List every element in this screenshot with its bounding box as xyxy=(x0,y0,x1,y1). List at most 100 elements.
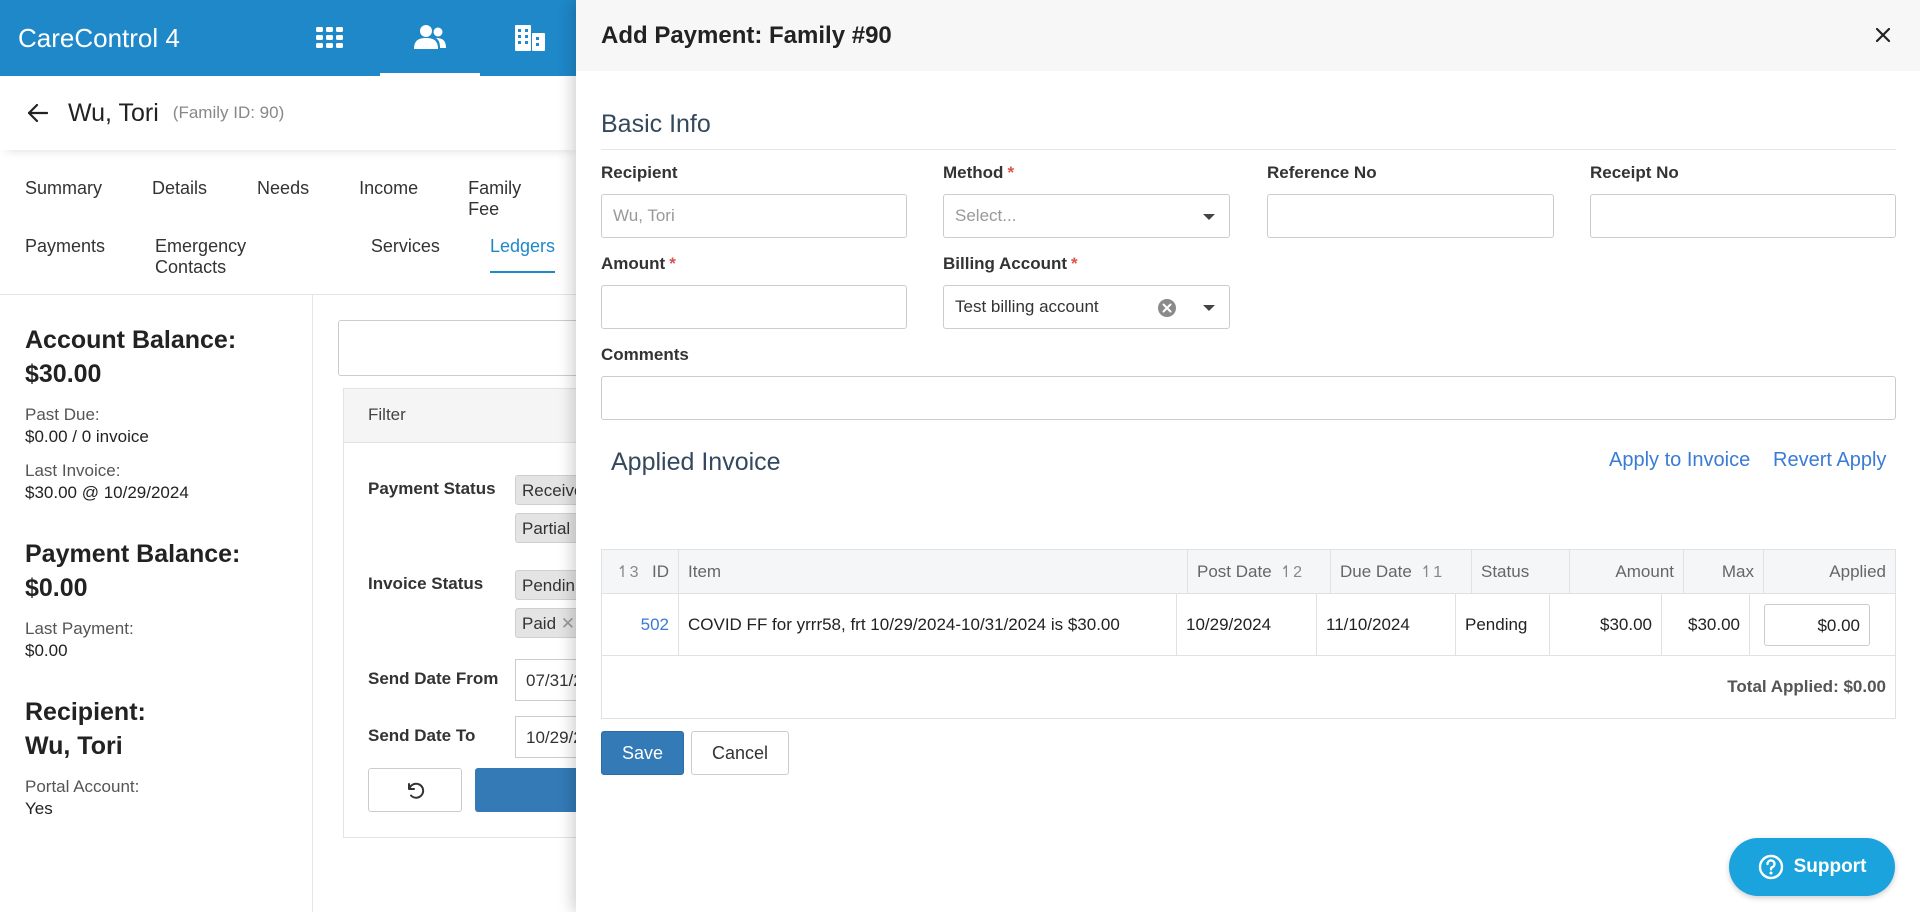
reference-no-label: Reference No xyxy=(1267,163,1377,182)
amount-input[interactable] xyxy=(601,285,907,329)
portal-account-label: Portal Account: xyxy=(25,777,140,796)
family-tabs: Summary Details Needs Income Family Fee … xyxy=(0,178,580,294)
invoice-status: Pending xyxy=(1456,594,1550,655)
column-header-post-date[interactable]: Post Date ↿2 xyxy=(1188,550,1331,593)
comments-label: Comments xyxy=(601,345,689,364)
save-button[interactable]: Save xyxy=(601,731,684,775)
reset-filter-button[interactable] xyxy=(368,768,462,812)
support-label: Support xyxy=(1793,856,1867,877)
applied-invoice-table: ↿3 ID Item Post Date ↿2 Due Date ↿1 Status… xyxy=(601,549,1896,719)
required-mark: * xyxy=(1007,163,1015,182)
invoice-id-link[interactable]: 502 xyxy=(602,594,679,655)
chevron-down-icon xyxy=(1203,305,1215,311)
applied-amount-input[interactable]: $0.00 xyxy=(1764,603,1870,646)
column-header-max[interactable]: Max xyxy=(1684,550,1764,593)
chip-remove-icon[interactable]: ✕ xyxy=(561,614,575,633)
column-header-item[interactable]: Item xyxy=(679,550,1188,593)
tab-summary[interactable]: Summary xyxy=(25,178,102,199)
amount-label: Amount * xyxy=(601,254,676,274)
column-header-status[interactable]: Status xyxy=(1472,550,1570,593)
reference-no-input[interactable] xyxy=(1267,194,1554,238)
facilities-nav-button[interactable] xyxy=(480,0,580,76)
support-button[interactable]: Support xyxy=(1729,838,1895,896)
back-button[interactable] xyxy=(28,104,48,122)
invoice-status-label: Invoice Status xyxy=(368,574,484,593)
payment-balance-value: $0.00 xyxy=(25,574,88,602)
applied-invoice-heading: Applied Invoice xyxy=(611,448,781,476)
tab-family-fee[interactable]: Family Fee xyxy=(468,178,555,220)
app-brand: CareControl 4 xyxy=(18,22,180,53)
cancel-button[interactable]: Cancel xyxy=(691,731,789,775)
add-payment-modal: Add Payment: Family #90 Basic Info Recip… xyxy=(576,0,1920,912)
chevron-down-icon xyxy=(1203,214,1215,220)
amount-label-text: Amount xyxy=(601,254,666,273)
column-header-due-date[interactable]: Due Date ↿1 xyxy=(1331,550,1472,593)
close-modal-button[interactable] xyxy=(1872,24,1894,46)
column-header-amount[interactable]: Amount xyxy=(1570,550,1684,593)
basic-info-divider xyxy=(601,149,1896,150)
past-due-label: Past Due: xyxy=(25,405,100,424)
method-select-value: Select... xyxy=(955,206,1017,225)
last-payment-value: $0.00 xyxy=(25,641,68,660)
ledger-search-input[interactable] xyxy=(338,320,598,376)
column-header-applied[interactable]: Applied xyxy=(1764,550,1895,593)
recipient-field[interactable]: Wu, Tori xyxy=(601,194,907,238)
sort-order-icon: ↿2 xyxy=(1279,563,1302,581)
tab-payments[interactable]: Payments xyxy=(25,236,105,257)
apps-grid-icon xyxy=(316,27,343,48)
recipient-title: Recipient: xyxy=(25,698,146,726)
account-balance-value: $30.00 xyxy=(25,360,102,388)
close-icon xyxy=(1875,27,1891,43)
apply-to-invoice-link[interactable]: Apply to Invoice xyxy=(1609,449,1750,472)
filter-heading: Filter xyxy=(344,389,603,443)
tab-row-1: Summary Details Needs Income Family Fee xyxy=(0,178,580,236)
family-id: (Family ID: 90) xyxy=(172,103,285,122)
tab-row-2: Payments Emergency Contacts Services Led… xyxy=(0,236,580,294)
receipt-no-input[interactable] xyxy=(1590,194,1896,238)
past-due-value: $0.00 / 0 invoice xyxy=(25,427,149,446)
tab-emergency-contacts[interactable]: Emergency Contacts xyxy=(155,236,321,278)
tab-ledgers[interactable]: Ledgers xyxy=(489,236,555,273)
method-label: Method * xyxy=(943,163,1014,183)
last-invoice-label: Last Invoice: xyxy=(25,461,121,480)
help-icon xyxy=(1758,854,1783,880)
portal-account-value: Yes xyxy=(25,799,53,818)
payment-balance-title: Payment Balance: xyxy=(25,540,241,568)
total-applied: Total Applied: $0.00 xyxy=(1727,677,1886,696)
back-arrow-icon xyxy=(28,104,48,122)
method-select[interactable]: Select... xyxy=(943,194,1230,238)
billing-account-select[interactable]: Test billing account xyxy=(943,285,1230,329)
families-nav-button[interactable] xyxy=(380,0,480,76)
basic-info-heading: Basic Info xyxy=(601,110,711,138)
sort-order-icon: ↿3 xyxy=(616,563,639,581)
modal-header: Add Payment: Family #90 xyxy=(576,0,1920,71)
required-mark: * xyxy=(1071,254,1078,273)
search-filter-button[interactable] xyxy=(475,768,585,812)
invoice-due-date: 11/10/2024 xyxy=(1317,594,1456,655)
invoice-item: COVID FF for yrrr58, frt 10/29/2024-10/3… xyxy=(679,594,1177,655)
balance-sidebar: Account Balance: $30.00 Past Due: $0.00 … xyxy=(0,295,313,912)
revert-apply-link[interactable]: Revert Apply xyxy=(1773,449,1886,472)
clear-selection-icon[interactable] xyxy=(1157,298,1177,318)
method-label-text: Method xyxy=(943,163,1004,182)
tab-income[interactable]: Income xyxy=(359,178,418,199)
column-header-id[interactable]: ↿3 ID xyxy=(602,550,679,593)
invoice-amount: $30.00 xyxy=(1550,594,1662,655)
tab-details[interactable]: Details xyxy=(152,178,207,199)
send-date-to-label: Send Date To xyxy=(368,726,476,745)
billing-account-value: Test billing account xyxy=(955,297,1099,316)
payment-status-label: Payment Status xyxy=(368,479,496,498)
account-balance-title: Account Balance: xyxy=(25,326,237,354)
apps-grid-button[interactable] xyxy=(280,0,380,76)
invoice-post-date: 10/29/2024 xyxy=(1177,594,1317,655)
receipt-no-label: Receipt No xyxy=(1590,163,1679,182)
tab-needs[interactable]: Needs xyxy=(257,178,309,199)
sort-order-icon: ↿1 xyxy=(1419,563,1443,581)
modal-title: Add Payment: Family #90 xyxy=(601,21,892,49)
recipient-label: Recipient xyxy=(601,163,678,182)
undo-icon xyxy=(408,782,425,799)
invoice-status-chip-label: Paid xyxy=(522,614,557,633)
comments-input[interactable] xyxy=(601,376,1896,420)
send-date-from-label: Send Date From xyxy=(368,669,499,688)
tab-services[interactable]: Services xyxy=(371,236,440,257)
